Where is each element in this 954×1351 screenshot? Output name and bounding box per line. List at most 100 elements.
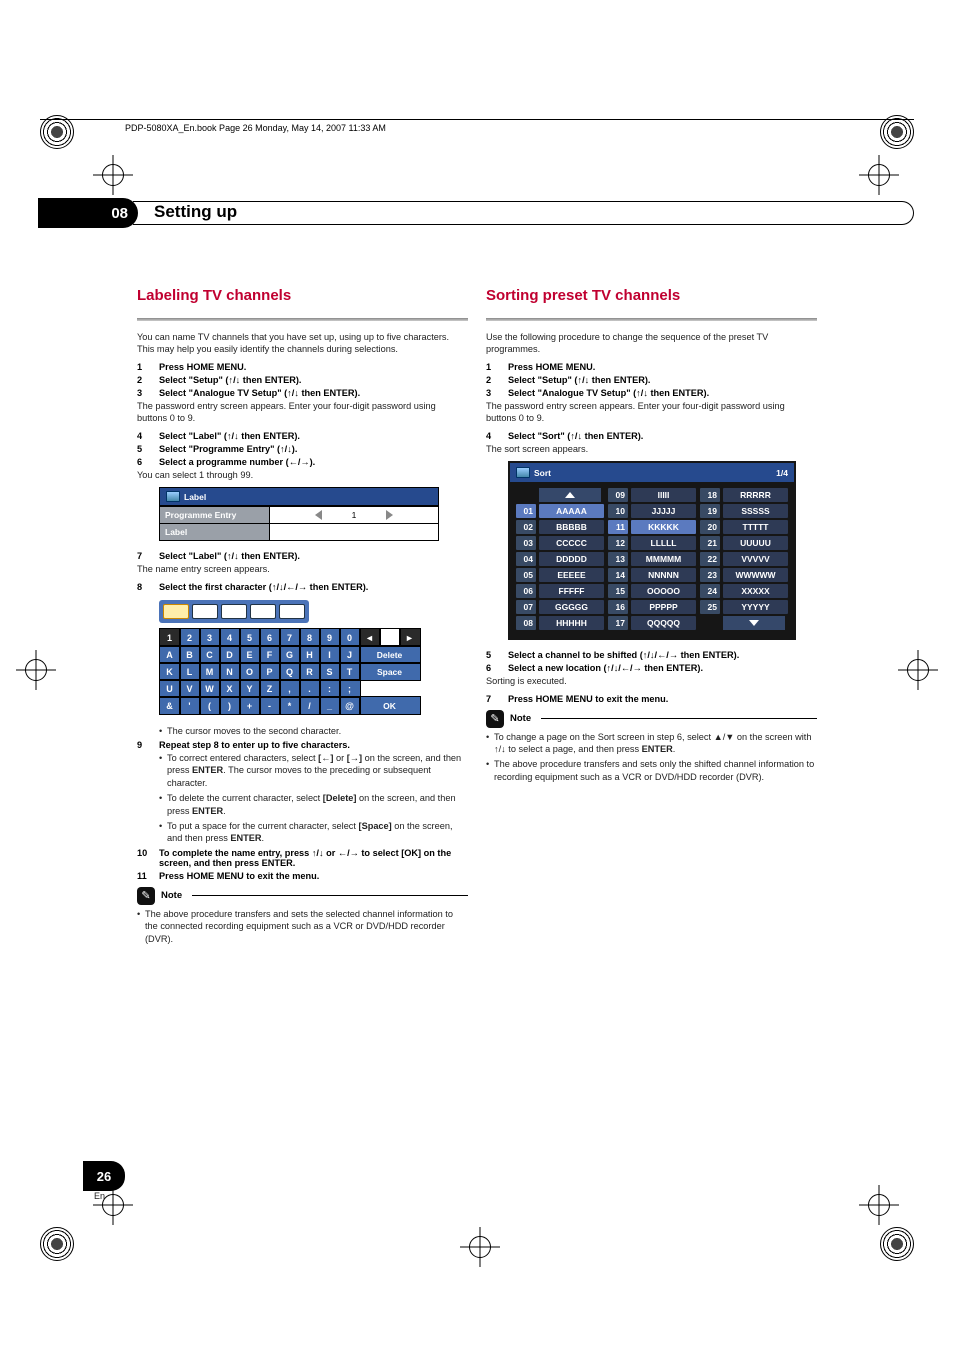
sort-row-value: TTTTT bbox=[723, 520, 788, 534]
kbd-key: 4 bbox=[220, 629, 240, 646]
crop-cross-tl bbox=[93, 155, 133, 195]
r-step-7: 7Press HOME MENU to exit the menu. bbox=[486, 694, 817, 704]
sort-row-value: RRRRR bbox=[723, 488, 788, 502]
sort-row: 07GGGGG bbox=[516, 600, 604, 614]
kbd-key: 8 bbox=[300, 629, 320, 646]
sort-row: 02BBBBB bbox=[516, 520, 604, 534]
sort-row-number: 07 bbox=[516, 600, 536, 614]
sort-row-number: 12 bbox=[608, 536, 628, 550]
osd-keyboard: 1 2 3 4 5 6 7 8 9 0 ◄ ► A B C bbox=[159, 629, 420, 715]
kbd-key: B bbox=[180, 646, 200, 663]
step-4: 4Select "Label" (↑/↓ then ENTER). bbox=[137, 431, 468, 441]
kbd-key: I bbox=[320, 646, 340, 663]
sort-row-number: 17 bbox=[608, 616, 628, 630]
sort-row: 05EEEEE bbox=[516, 568, 604, 582]
entry-slot-2 bbox=[192, 604, 218, 619]
kbd-key: N bbox=[220, 663, 240, 680]
note-badge-left: ✎ Note bbox=[137, 887, 468, 905]
sort-row: 04DDDDD bbox=[516, 552, 604, 566]
step-1: 1Press HOME MENU. bbox=[137, 362, 468, 372]
kbd-key: S bbox=[320, 663, 340, 680]
kbd-key: E bbox=[240, 646, 260, 663]
section-heading-sorting: Sorting preset TV channels bbox=[486, 287, 817, 308]
entry-slot-1 bbox=[163, 604, 189, 619]
sort-row-value: WWWWW bbox=[723, 568, 788, 582]
sort-row: 08HHHHH bbox=[516, 616, 604, 630]
kbd-key: X bbox=[220, 680, 240, 697]
kbd-key: 3 bbox=[200, 629, 220, 646]
sort-row-number: 18 bbox=[700, 488, 720, 502]
sort-panel-page: 1/4 bbox=[776, 468, 788, 478]
sort-row-value: KKKKK bbox=[631, 520, 696, 534]
kbd-key: 0 bbox=[340, 629, 360, 646]
sort-row: 03CCCCC bbox=[516, 536, 604, 550]
sort-row: 09IIIII bbox=[608, 488, 696, 502]
section-rule bbox=[137, 318, 468, 321]
sort-row-value: UUUUU bbox=[723, 536, 788, 550]
sort-row-value: BBBBB bbox=[539, 520, 604, 534]
kbd-key: * bbox=[280, 697, 300, 714]
kbd-key: 7 bbox=[280, 629, 300, 646]
kbd-key: O bbox=[240, 663, 260, 680]
sort-row-number: 02 bbox=[516, 520, 536, 534]
right-column: Sorting preset TV channels Use the follo… bbox=[486, 287, 817, 948]
sort-row: 19SSSSS bbox=[700, 504, 788, 518]
crop-cross-left bbox=[16, 650, 56, 690]
sort-row: 20TTTTT bbox=[700, 520, 788, 534]
sort-row: 12LLLLL bbox=[608, 536, 696, 550]
sort-row-value: VVVVV bbox=[723, 552, 788, 566]
step-5: 5Select "Programme Entry" (↑/↓). bbox=[137, 444, 468, 454]
step-3-subtext: The password entry screen appears. Enter… bbox=[137, 400, 468, 425]
note-icon: ✎ bbox=[137, 887, 155, 905]
sort-row-number: 23 bbox=[700, 568, 720, 582]
r-step-5: 5Select a channel to be shifted (↑/↓/←/→… bbox=[486, 650, 817, 660]
step-10: 10To complete the name entry, press ↑/↓ … bbox=[137, 848, 468, 868]
note-badge-right: ✎ Note bbox=[486, 710, 817, 728]
sort-row-value: DDDDD bbox=[539, 552, 604, 566]
step-9-bullet-correct: To correct entered characters, select [←… bbox=[159, 752, 468, 789]
sort-row-value: MMMMM bbox=[631, 552, 696, 566]
kbd-key: C bbox=[200, 646, 220, 663]
kbd-key: Y bbox=[240, 680, 260, 697]
note-text-left: The above procedure transfers and sets t… bbox=[137, 908, 468, 945]
sort-row-number: 15 bbox=[608, 584, 628, 598]
kbd-key: K bbox=[160, 663, 180, 680]
kbd-key: Z bbox=[260, 680, 280, 697]
sort-row-number: 19 bbox=[700, 504, 720, 518]
sort-row-value: QQQQQ bbox=[631, 616, 696, 630]
step-2: 2Select "Setup" (↑/↓ then ENTER). bbox=[137, 375, 468, 385]
r-step-4-subtext: The sort screen appears. bbox=[486, 443, 817, 455]
kbd-key: T bbox=[340, 663, 360, 680]
sort-row-number: 04 bbox=[516, 552, 536, 566]
crop-cross-br bbox=[859, 1185, 899, 1225]
kbd-key: ) bbox=[220, 697, 240, 714]
sort-row-value: SSSSS bbox=[723, 504, 788, 518]
r-step-4: 4Select "Sort" (↑/↓ then ENTER). bbox=[486, 431, 817, 441]
sort-row-number: 05 bbox=[516, 568, 536, 582]
sort-panel-title: Sort bbox=[534, 468, 551, 478]
programme-entry-value: 1 bbox=[352, 510, 357, 520]
note-label: Note bbox=[161, 890, 182, 901]
labeling-intro: You can name TV channels that you have s… bbox=[137, 331, 468, 356]
chevron-right-icon bbox=[386, 510, 393, 520]
sort-row-number: 22 bbox=[700, 552, 720, 566]
crop-cross-bottom bbox=[460, 1227, 500, 1267]
kbd-key: W bbox=[200, 680, 220, 697]
r-step-2: 2Select "Setup" (↑/↓ then ENTER). bbox=[486, 375, 817, 385]
kbd-key: : bbox=[320, 680, 340, 697]
note-label: Note bbox=[510, 713, 531, 724]
kbd-key: H bbox=[300, 646, 320, 663]
kbd-key: 2 bbox=[180, 629, 200, 646]
kbd-key: / bbox=[300, 697, 320, 714]
label-panel-title: Label bbox=[184, 492, 206, 502]
osd-keyboard-panel: 1 2 3 4 5 6 7 8 9 0 ◄ ► A B C bbox=[159, 600, 429, 715]
label-panel-row-label: Label bbox=[160, 523, 438, 540]
label-panel-header: Label bbox=[160, 488, 438, 506]
scroll-up-icon bbox=[539, 488, 601, 502]
kbd-key: D bbox=[220, 646, 240, 663]
registration-mark-tr bbox=[880, 115, 914, 149]
sort-row: 15OOOOO bbox=[608, 584, 696, 598]
step-7: 7Select "Label" (↑/↓ then ENTER). bbox=[137, 551, 468, 561]
step-8: 8Select the first character (↑/↓/←/→ the… bbox=[137, 582, 468, 592]
sort-row-value: CCCCC bbox=[539, 536, 604, 550]
